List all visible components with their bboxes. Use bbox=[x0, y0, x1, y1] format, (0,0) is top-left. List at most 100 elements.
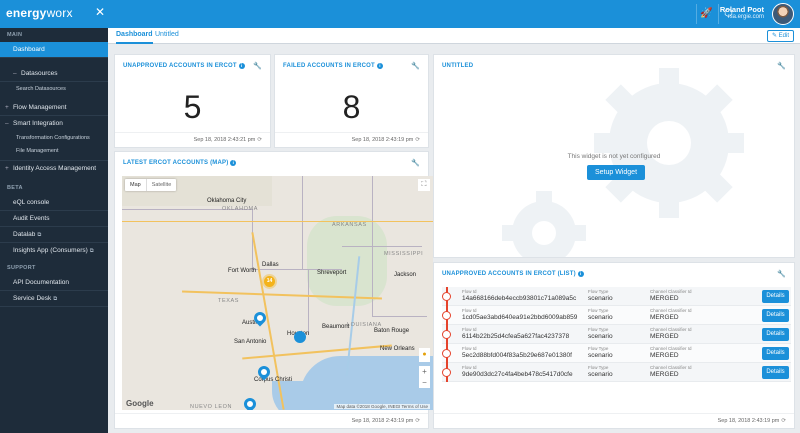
map-pin-south[interactable] bbox=[241, 395, 259, 410]
map-type-satellite-button[interactable]: Satellite bbox=[145, 179, 177, 191]
details-button[interactable]: Details bbox=[762, 328, 789, 341]
flow-type-cell: Flow Type scenario bbox=[588, 308, 613, 321]
details-button[interactable]: Details bbox=[762, 290, 789, 303]
refresh-icon[interactable]: ⟳ bbox=[415, 418, 420, 424]
info-icon[interactable]: i bbox=[376, 63, 383, 69]
timeline-dot-icon bbox=[442, 330, 451, 339]
rocket-icon[interactable]: 🚀 bbox=[696, 4, 716, 24]
wrench-icon[interactable]: 🔧 bbox=[777, 270, 786, 278]
close-sidebar-icon[interactable]: ✕ bbox=[93, 5, 107, 19]
info-icon[interactable]: i bbox=[230, 160, 237, 166]
classifier-cell: Channel Classifier Id MERGED bbox=[650, 289, 692, 302]
fullscreen-icon[interactable]: ⛶ bbox=[418, 179, 430, 191]
sidebar-item-transformation-configurations[interactable]: Transformation Configurations bbox=[0, 132, 108, 145]
timestamp-text: Sep 18, 2018 2:43:19 pm bbox=[717, 418, 780, 424]
widget-title-text: UNTITLED bbox=[442, 63, 474, 69]
zoom-out-icon[interactable]: − bbox=[419, 377, 430, 388]
map-cluster-marker[interactable]: 14 bbox=[264, 276, 275, 287]
classifier-cell: Channel Classifier Id MERGED bbox=[650, 365, 692, 378]
divider bbox=[434, 413, 794, 414]
zoom-in-icon[interactable]: + bbox=[419, 366, 430, 377]
sidebar: MAIN Dashboard – Datasources Search Datas… bbox=[0, 28, 108, 433]
wrench-icon[interactable]: 🔧 bbox=[253, 62, 262, 70]
widget-title: UNAPPROVED ACCOUNTS IN ERCOT i bbox=[123, 63, 245, 69]
widget-title: LATEST ERCOT ACCOUNTS (MAP) i bbox=[123, 160, 237, 166]
map-label-fort-worth: Fort Worth bbox=[228, 268, 257, 274]
classifier-cell: Channel Classifier Id MERGED bbox=[650, 327, 692, 340]
classifier-label: Channel Classifier Id bbox=[650, 365, 692, 370]
state-border bbox=[372, 176, 373, 316]
sidebar-item-api-docs[interactable]: API Documentation bbox=[0, 275, 108, 291]
refresh-icon[interactable]: ⟳ bbox=[781, 418, 786, 424]
wrench-icon[interactable]: 🔧 bbox=[777, 62, 786, 70]
timestamp-text: Sep 18, 2018 2:43:19 pm bbox=[351, 137, 414, 143]
flow-type-cell: Flow Type scenario bbox=[588, 289, 613, 302]
sidebar-item-identity-access[interactable]: + Identity Access Management bbox=[0, 161, 108, 177]
sidebar-item-audit-events[interactable]: Audit Events bbox=[0, 211, 108, 227]
sidebar-item-dashboard[interactable]: Dashboard bbox=[0, 42, 108, 58]
sidebar-item-datalab[interactable]: Datalab ⧉ bbox=[0, 227, 108, 243]
app-logo[interactable]: energyworx bbox=[6, 6, 73, 20]
sidebar-item-insights-app[interactable]: Insights App (Consumers) ⧉ bbox=[0, 243, 108, 259]
refresh-icon[interactable]: ⟳ bbox=[415, 137, 420, 143]
sidebar-item-datasources[interactable]: – Datasources bbox=[0, 66, 108, 82]
sidebar-item-file-management[interactable]: File Management bbox=[0, 145, 108, 161]
edit-button[interactable]: ✎ Edit bbox=[766, 30, 794, 42]
sidebar-item-smart-integration[interactable]: – Smart Integration bbox=[0, 116, 108, 132]
map-label-jackson: Jackson bbox=[394, 272, 417, 278]
wrench-icon[interactable]: 🔧 bbox=[411, 62, 420, 70]
sidebar-item-eql-console[interactable]: eQL console bbox=[0, 195, 108, 211]
map-label-baton-rouge: Baton Rouge bbox=[374, 328, 410, 334]
avatar[interactable] bbox=[772, 3, 794, 25]
google-logo: Google bbox=[126, 399, 154, 408]
info-icon[interactable]: i bbox=[577, 271, 584, 277]
details-button[interactable]: Details bbox=[762, 366, 789, 379]
map-attribution[interactable]: Map data ©2018 Google, INEGI Terms of Us… bbox=[334, 404, 430, 409]
user-name[interactable]: Roland Poot bbox=[720, 5, 764, 14]
classifier-cell: Channel Classifier Id MERGED bbox=[650, 346, 692, 359]
table-row: Flow Id 5ec2d88bfd004f83a5b29e687e01380f F… bbox=[442, 344, 791, 363]
sidebar-item-service-desk[interactable]: Service Desk ⧉ bbox=[0, 291, 108, 307]
sidebar-item-flow-management[interactable]: + Flow Management bbox=[0, 100, 108, 116]
tab-untitled[interactable]: Untitled bbox=[155, 31, 179, 44]
zoom-control: + − bbox=[419, 366, 430, 388]
setup-widget-button[interactable]: Setup Widget bbox=[587, 165, 645, 180]
flow-id-cell: Flow Id 1cd05ae3abd640ea91e2bbd6009ab859 bbox=[462, 308, 577, 321]
flow-type-cell: Flow Type scenario bbox=[588, 365, 613, 378]
widget-title-text: UNAPPROVED ACCOUNTS IN ERCOT bbox=[123, 63, 237, 69]
wrench-icon[interactable]: 🔧 bbox=[411, 159, 420, 167]
map-label-san-antonio: San Antonio bbox=[234, 339, 267, 345]
flow-id-value[interactable]: 14a668166deb4eccb93801c71a089a5c bbox=[462, 295, 576, 302]
street-view-icon[interactable]: ● bbox=[419, 348, 430, 362]
map-label-new-orleans: New Orleans bbox=[380, 346, 415, 352]
flow-type-value: scenario bbox=[588, 295, 613, 302]
sidebar-item-search-datasources[interactable]: Search Datasources bbox=[0, 82, 108, 100]
classifier-value: MERGED bbox=[650, 352, 679, 359]
widget-unapproved-accounts: UNAPPROVED ACCOUNTS IN ERCOT i 🔧 5 Sep 18… bbox=[114, 54, 271, 148]
flow-type-cell: Flow Type scenario bbox=[588, 346, 613, 359]
section-beta: BETA bbox=[7, 185, 23, 191]
map-canvas[interactable]: OKLAHOMA Oklahoma City ARKANSAS MISSISSI… bbox=[122, 176, 433, 410]
flow-id-label: Flow Id bbox=[462, 289, 477, 294]
timestamp-text: Sep 18, 2018 2:43:21 pm bbox=[193, 137, 256, 143]
widget-failed-accounts: FAILED ACCOUNTS IN ERCOT i 🔧 8 Sep 18, 20… bbox=[274, 54, 429, 148]
classifier-label: Channel Classifier Id bbox=[650, 289, 692, 294]
details-button[interactable]: Details bbox=[762, 347, 789, 360]
flow-type-value: scenario bbox=[588, 352, 613, 359]
external-link-icon: ⧉ bbox=[89, 248, 94, 254]
map-type-map-button[interactable]: Map bbox=[125, 179, 146, 191]
details-button[interactable]: Details bbox=[762, 309, 789, 322]
flow-id-cell: Flow Id 5ec2d88bfd004f83a5b29e687e01380f bbox=[462, 346, 572, 359]
map-pin-houston[interactable] bbox=[294, 331, 306, 343]
flow-id-value[interactable]: 5ec2d88bfd004f83a5b29e687e01380f bbox=[462, 352, 572, 359]
info-icon[interactable]: i bbox=[238, 63, 245, 69]
flow-id-value[interactable]: 1cd05ae3abd640ea91e2bbd6009ab859 bbox=[462, 314, 577, 321]
timeline-dot-icon bbox=[442, 311, 451, 320]
classifier-value: MERGED bbox=[650, 295, 679, 302]
tab-dashboard[interactable]: Dashboard bbox=[116, 31, 153, 44]
flow-id-value[interactable]: 6114b22b25d4cfea5a627fac4237378 bbox=[462, 333, 569, 340]
sidebar-item-label: Service Desk bbox=[13, 295, 52, 302]
refresh-icon[interactable]: ⟳ bbox=[257, 137, 262, 143]
edit-label: Edit bbox=[778, 33, 789, 39]
flow-id-value[interactable]: 9de90d3dc27c4fa4beb478c5417d0cfe bbox=[462, 371, 573, 378]
